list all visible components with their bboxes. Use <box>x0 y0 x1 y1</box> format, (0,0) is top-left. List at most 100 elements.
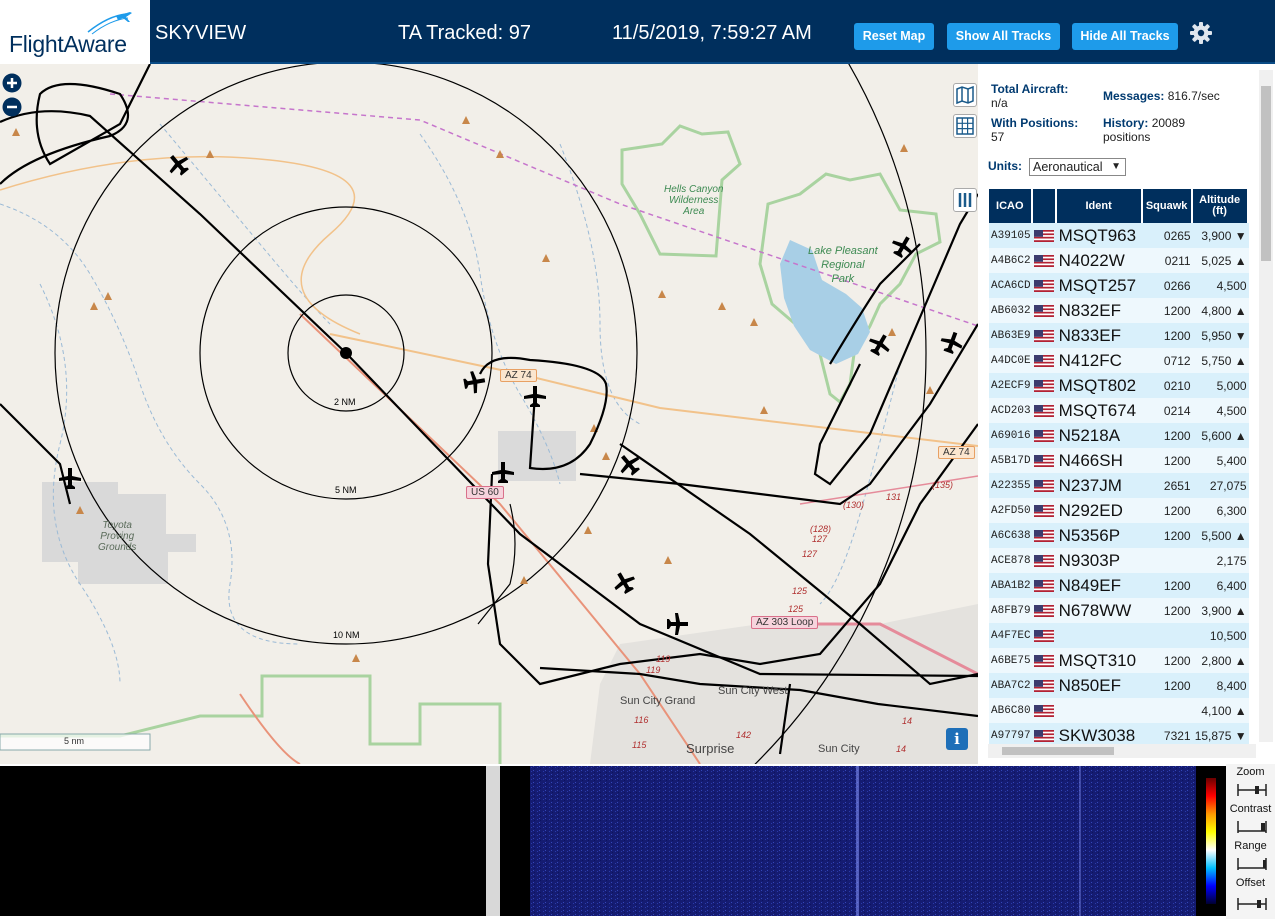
ring-label-5nm: 5 NM <box>335 485 357 495</box>
tracked-count: TA Tracked: 97 <box>398 22 532 44</box>
grid-button[interactable] <box>953 114 977 138</box>
aircraft-row[interactable]: ABA1B2 N849EF 1200 6,400 <box>989 573 1249 598</box>
flag-cell <box>1032 223 1057 248</box>
waterfall-display[interactable] <box>530 766 1196 916</box>
icao-cell: A69016 <box>989 423 1033 448</box>
aircraft-row[interactable]: A22355 N237JM 2651 27,075 <box>989 473 1249 498</box>
us-flag-icon <box>1033 704 1054 717</box>
us-flag-icon <box>1033 729 1054 742</box>
gear-icon[interactable] <box>1189 21 1213 45</box>
signal-display <box>0 766 486 916</box>
washes <box>0 123 901 685</box>
column-altitude[interactable]: Altitude (ft) <box>1192 189 1249 223</box>
us-flag-icon <box>1033 429 1054 442</box>
ident-cell: N412FC <box>1056 348 1143 373</box>
aircraft-row[interactable]: A2FD50 N292ED 1200 6,300 <box>989 498 1249 523</box>
ident-cell: MSQT310 <box>1056 648 1143 673</box>
route-number: 127 <box>802 549 818 559</box>
us-flag-icon <box>1033 679 1054 692</box>
aircraft-row[interactable]: AB6032 N832EF 1200 4,800 ▲ <box>989 298 1249 323</box>
flag-cell <box>1032 598 1057 623</box>
aircraft-row[interactable]: A39105 MSQT963 0265 3,900 ▼ <box>989 223 1249 248</box>
flightaware-logo[interactable]: FlightAware <box>0 0 150 64</box>
us-flag-icon <box>1033 329 1054 342</box>
logo-text: FlightAware <box>9 31 127 57</box>
road <box>0 155 361 335</box>
column-flag[interactable] <box>1032 189 1057 223</box>
flag-cell <box>1032 548 1057 573</box>
us-flag-icon <box>1033 629 1054 642</box>
aircraft-row[interactable]: ABA7C2 N850EF 1200 8,400 <box>989 673 1249 698</box>
aircraft-row[interactable]: A5B17D N466SH 1200 5,400 <box>989 448 1249 473</box>
hide-all-tracks-button[interactable]: Hide All Tracks <box>1072 23 1178 50</box>
altitude-cell: 4,800 ▲ <box>1192 298 1249 323</box>
zoom-slider[interactable] <box>1237 784 1267 796</box>
squawk-cell: 0266 <box>1142 273 1193 298</box>
contrast-slider[interactable] <box>1237 821 1267 833</box>
aircraft-row[interactable]: A6C638 N5356P 1200 5,500 ▲ <box>989 523 1249 548</box>
us-flag-icon <box>1033 404 1054 417</box>
icao-cell: ACD203 <box>989 398 1033 423</box>
altitude-cell: 3,900 ▼ <box>1192 223 1249 248</box>
zoom-in-button[interactable] <box>1 72 25 96</box>
altitude-cell: 5,950 ▼ <box>1192 323 1249 348</box>
altitude-cell: 5,025 ▲ <box>1192 248 1249 273</box>
aircraft-row[interactable]: ACA6CD MSQT257 0266 4,500 <box>989 273 1249 298</box>
aircraft-row[interactable]: ACE878 N9303P 2,175 <box>989 548 1249 573</box>
us-flag-icon <box>1033 504 1054 517</box>
show-all-tracks-button[interactable]: Show All Tracks <box>947 23 1060 50</box>
ident-cell: N292ED <box>1056 498 1143 523</box>
offset-slider[interactable] <box>1237 898 1267 910</box>
horizontal-scrollbar[interactable] <box>988 744 1256 758</box>
aircraft-row[interactable]: AB6C80 4,100 ▲ <box>989 698 1249 723</box>
sun-city-west-label: Sun City West <box>718 685 788 697</box>
range-slider[interactable] <box>1237 858 1267 870</box>
icao-cell: A2FD50 <box>989 498 1033 523</box>
header-bar: FlightAware SKYVIEW TA Tracked: 97 11/5/… <box>0 0 1275 64</box>
ident-cell: N237JM <box>1056 473 1143 498</box>
squawk-cell <box>1142 623 1193 648</box>
map-layers-button[interactable] <box>953 83 977 107</box>
panel-divider[interactable] <box>486 766 500 916</box>
units-select[interactable]: Aeronautical ▼ <box>1029 158 1126 176</box>
column-squawk[interactable]: Squawk <box>1142 189 1193 223</box>
aircraft-row[interactable]: A6BE75 MSQT310 1200 2,800 ▲ <box>989 648 1249 673</box>
surprise-label: Surprise <box>686 741 735 756</box>
plus-icon <box>2 73 22 93</box>
icao-cell: A6BE75 <box>989 648 1033 673</box>
grid-icon <box>956 117 974 135</box>
aircraft-row[interactable]: A8FB79 N678WW 1200 3,900 ▲ <box>989 598 1249 623</box>
altitude-cell: 5,500 ▲ <box>1192 523 1249 548</box>
altitude-cell: 2,800 ▲ <box>1192 648 1249 673</box>
us-flag-icon <box>1033 479 1054 492</box>
us-flag-icon <box>1033 304 1054 317</box>
vertical-scrollbar[interactable] <box>1259 70 1273 742</box>
aircraft-row[interactable]: ACD203 MSQT674 0214 4,500 <box>989 398 1249 423</box>
flag-cell <box>1032 573 1057 598</box>
route-number: (130) <box>843 500 865 510</box>
info-button[interactable]: i <box>946 728 968 750</box>
ident-cell: N9303P <box>1056 548 1143 573</box>
route-number: 119 <box>646 665 661 675</box>
spectrum-controls: Zoom Contrast Range Offset <box>1226 764 1275 919</box>
us-flag-icon <box>1033 229 1054 242</box>
squawk-cell: 0210 <box>1142 373 1193 398</box>
flag-cell <box>1032 398 1057 423</box>
map-view[interactable]: i 2 NM 5 NM 10 NM 5 nm Hells Canyon Wilde… <box>0 64 978 764</box>
aircraft-row[interactable]: A4DC0E N412FC 0712 5,750 ▲ <box>989 348 1249 373</box>
column-icao[interactable]: ICAO <box>989 189 1033 223</box>
zoom-out-button[interactable] <box>1 96 25 120</box>
aircraft-row[interactable]: A2ECF9 MSQT802 0210 5,000 <box>989 373 1249 398</box>
aircraft-row[interactable]: A4F7EC 10,500 <box>989 623 1249 648</box>
column-ident[interactable]: Ident <box>1056 189 1143 223</box>
flag-cell <box>1032 673 1057 698</box>
aircraft-row[interactable]: A4B6C2 N4022W 0211 5,025 ▲ <box>989 248 1249 273</box>
reset-map-button[interactable]: Reset Map <box>854 23 934 50</box>
us60-shield: US 60 <box>466 486 504 499</box>
altitude-cell: 27,075 <box>1192 473 1249 498</box>
color-scale-bar <box>1206 778 1216 904</box>
column-toggle-button[interactable] <box>953 188 977 212</box>
aircraft-row[interactable]: A69016 N5218A 1200 5,600 ▲ <box>989 423 1249 448</box>
altitude-cell: 5,400 <box>1192 448 1249 473</box>
aircraft-row[interactable]: AB63E9 N833EF 1200 5,950 ▼ <box>989 323 1249 348</box>
